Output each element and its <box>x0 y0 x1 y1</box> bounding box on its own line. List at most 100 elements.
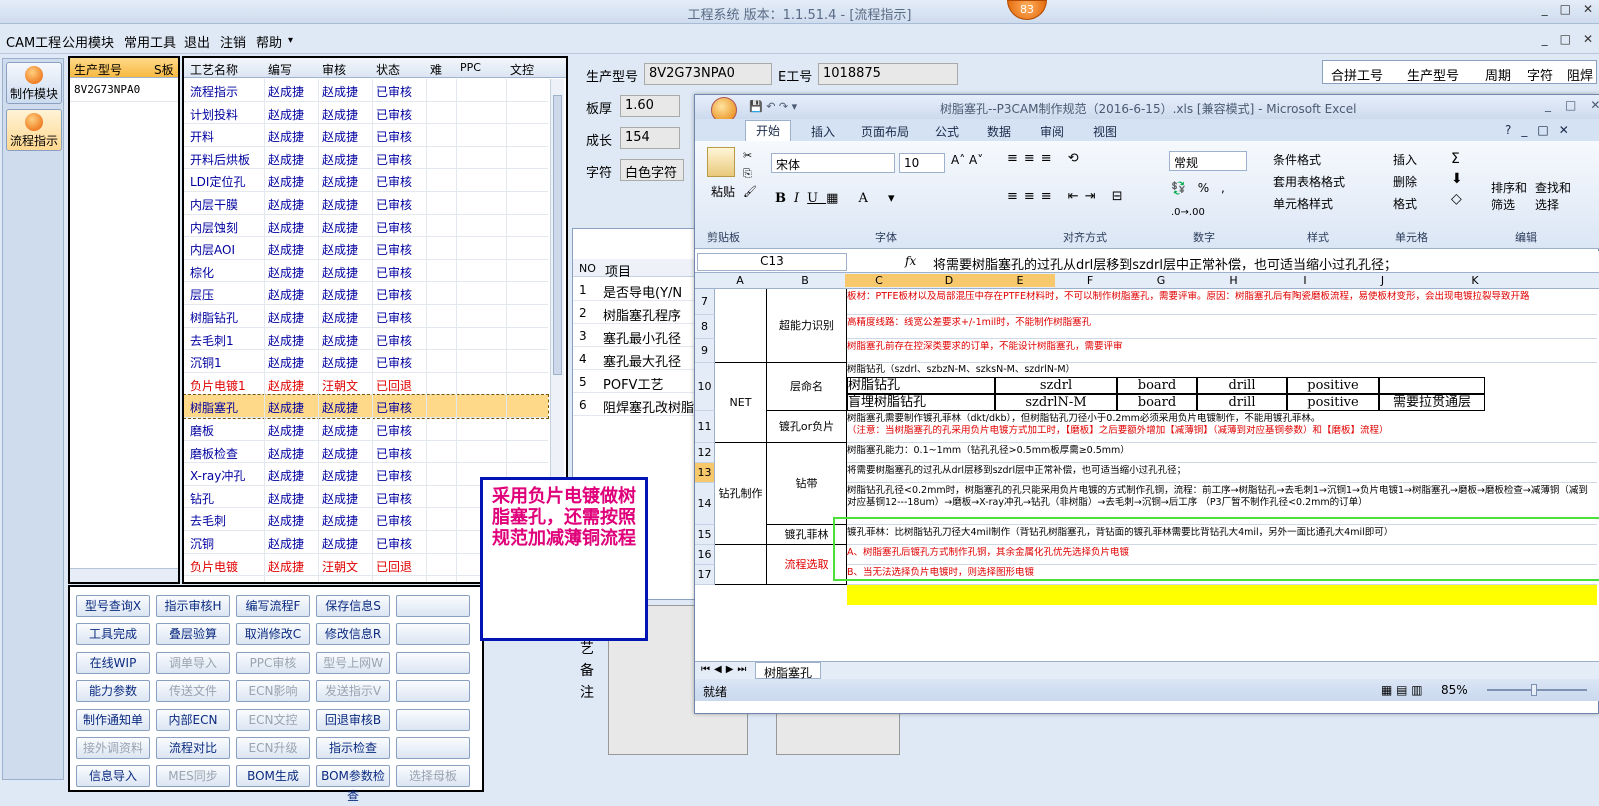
col-model[interactable]: 生产型号 <box>74 61 122 78</box>
cell-b-capability[interactable]: 超能力识别 <box>767 289 847 363</box>
naming-cell[interactable]: board <box>1117 394 1197 411</box>
action-button[interactable] <box>396 651 470 674</box>
cell-b-plating[interactable]: 镀孔or负片 <box>767 411 847 443</box>
cell-a-drill[interactable]: 钻孔制作 <box>715 443 767 545</box>
action-button[interactable]: 流程对比 <box>156 737 230 759</box>
action-button[interactable]: 回退审核B <box>316 708 390 731</box>
action-button[interactable]: 发送指示V <box>316 680 390 703</box>
row-number[interactable]: 7 <box>695 289 715 315</box>
format-cells[interactable]: 格式 <box>1393 195 1417 212</box>
tab-review[interactable]: 审阅 <box>1040 123 1064 140</box>
column-header[interactable]: F <box>1055 274 1125 287</box>
action-button[interactable]: MES同步 <box>156 765 230 788</box>
naming-cell[interactable]: positive <box>1287 377 1379 394</box>
close-icon[interactable]: ✕ <box>1583 2 1593 16</box>
sheet-tab[interactable]: 树脂塞孔 <box>755 662 822 680</box>
action-button[interactable]: 指示检查 <box>316 737 390 759</box>
col-reviewer[interactable]: 审核 <box>322 61 346 78</box>
col-s-board[interactable]: S板 <box>154 61 174 78</box>
process-row[interactable]: 磨板 赵成捷 赵成捷 已审核 <box>184 418 548 441</box>
cell-a-blank-2[interactable] <box>715 545 767 585</box>
quick-access-icons[interactable]: 💾 ↶ ↷ ▾ <box>749 100 797 113</box>
font-grow-icons[interactable]: A˄ A˅ <box>951 153 983 167</box>
column-header[interactable]: B <box>765 274 845 287</box>
tab-insert[interactable]: 插入 <box>811 123 835 140</box>
column-header[interactable]: H <box>1197 274 1270 287</box>
process-row[interactable]: 棕化 赵成捷 赵成捷 已审核 <box>184 260 548 283</box>
naming-cell[interactable] <box>1379 377 1485 394</box>
fx-icon[interactable]: fx <box>905 254 916 268</box>
naming-cell[interactable]: szdrl <box>995 377 1117 394</box>
row-number[interactable]: 12 <box>695 443 715 463</box>
mdi-close-icon[interactable]: ✕ <box>1583 32 1593 46</box>
action-button[interactable]: 能力参数 <box>76 680 150 703</box>
col-ppc[interactable]: PPC <box>460 61 481 74</box>
row-number[interactable]: 17 <box>695 565 715 585</box>
action-button[interactable]: BOM参数检查 <box>316 765 390 803</box>
sort-filter[interactable]: 排序和筛选 <box>1491 179 1531 213</box>
sheet-cell[interactable]: 将需要树脂塞孔的过孔从drl层移到szdrl层中正常补偿，也可适当缩小过孔孔径； <box>847 465 1597 483</box>
action-button[interactable] <box>396 595 470 617</box>
col-merge-cycle[interactable]: 周期 <box>1485 65 1511 84</box>
process-row[interactable]: 树脂塞孔 赵成捷 赵成捷 已审核 <box>184 394 549 419</box>
sheet-cell[interactable]: 树脂塞孔前存在控深类要求的订单，不能设计树脂塞孔，需要评审 <box>847 341 1597 363</box>
font-size-select[interactable]: 10 <box>899 153 945 173</box>
paste-label[interactable]: 粘贴 <box>711 183 735 200</box>
action-button[interactable] <box>396 680 470 703</box>
process-row[interactable]: 沉铜1 赵成捷 赵成捷 已审核 <box>184 350 548 373</box>
col-merge-char[interactable]: 字符 <box>1527 65 1553 84</box>
row-number[interactable]: 14 <box>695 483 715 525</box>
conditional-format[interactable]: 条件格式 <box>1273 151 1321 168</box>
action-button[interactable]: ECN文控 <box>236 708 310 731</box>
zoom-level[interactable]: 85% <box>1441 683 1468 697</box>
process-row[interactable]: 去毛刺1 赵成捷 赵成捷 已审核 <box>184 328 548 351</box>
view-icons[interactable]: ▦ ▤ ▥ <box>1381 683 1423 697</box>
tab-data[interactable]: 数据 <box>987 123 1011 140</box>
clipboard-icons[interactable]: ✂ ⎘ 🖌 <box>743 147 757 201</box>
col-merge-no[interactable]: 合拼工号 <box>1331 65 1383 84</box>
minimize-icon[interactable]: _ <box>1542 2 1548 16</box>
ribbon-help-icon[interactable]: ?_□✕ <box>1505 123 1579 137</box>
col-difficulty[interactable]: 难 <box>430 61 442 78</box>
nav-flow-indication[interactable]: 流程指示 <box>6 109 62 151</box>
paste-icon[interactable] <box>707 147 735 177</box>
action-button[interactable]: 在线WIP <box>76 651 150 674</box>
cell-b-tape[interactable]: 钻带 <box>767 443 847 525</box>
sheet-cell[interactable]: 树脂塞孔能力：0.1~1mm（钻孔孔径>0.5mm板厚需≥0.5mm） <box>847 445 1597 463</box>
insert-cells[interactable]: 插入 <box>1393 151 1417 168</box>
tab-layout[interactable]: 页面布局 <box>861 123 909 140</box>
char-field[interactable]: 白色字符 <box>620 159 684 181</box>
model-row[interactable]: 8V2G73NPA0 <box>70 79 178 102</box>
action-button[interactable]: 接外调资料 <box>76 737 150 759</box>
naming-cell[interactable]: 盲埋树脂钻孔 <box>847 394 995 411</box>
row-number[interactable]: 8 <box>695 315 715 339</box>
number-icons[interactable]: 💱 % , <box>1171 181 1229 195</box>
process-row[interactable]: 磨板检查 赵成捷 赵成捷 已审核 <box>184 441 548 464</box>
process-row[interactable]: 开料后烘板 赵成捷 赵成捷 已审核 <box>184 147 548 170</box>
find-select[interactable]: 查找和选择 <box>1535 179 1575 213</box>
process-row[interactable]: 计划投料 赵成捷 赵成捷 已审核 <box>184 102 548 125</box>
nav-make-module[interactable]: 制作模块 <box>6 62 62 104</box>
column-header[interactable]: G <box>1125 274 1197 287</box>
cell-b-naming[interactable]: 层命名 <box>767 363 847 411</box>
align-icons-2[interactable]: ≡≡≡ ⇤⇥ ⊟ <box>1007 189 1129 204</box>
number-format-select[interactable]: 常规 <box>1169 151 1247 171</box>
process-row[interactable]: 层压 赵成捷 赵成捷 已审核 <box>184 282 548 305</box>
process-row[interactable]: 开料 赵成捷 赵成捷 已审核 <box>184 124 548 147</box>
process-row[interactable]: 内层蚀刻 赵成捷 赵成捷 已审核 <box>184 215 548 238</box>
action-button[interactable] <box>396 737 470 759</box>
table-format[interactable]: 套用表格格式 <box>1273 173 1345 190</box>
scroll-thumb[interactable] <box>553 95 562 375</box>
cell-a-net[interactable]: NET <box>715 363 767 443</box>
menu-cam[interactable]: CAM工程 <box>6 32 61 51</box>
process-row[interactable]: LDI定位孔 赵成捷 赵成捷 已审核 <box>184 169 548 192</box>
tab-home[interactable]: 开始 <box>745 120 792 141</box>
tab-formula[interactable]: 公式 <box>935 123 959 140</box>
action-button[interactable]: 编写流程F <box>236 595 310 617</box>
col-doc-control[interactable]: 文控 <box>510 61 534 78</box>
row-number[interactable]: 11 <box>695 411 715 443</box>
item-row[interactable]: 2 树脂塞孔程序 <box>573 302 701 324</box>
action-button[interactable]: 叠层验算 <box>156 623 230 646</box>
process-row[interactable]: 负片电镀1 赵成捷 汪朝文 已回退 <box>184 373 548 396</box>
col-process-name[interactable]: 工艺名称 <box>190 61 238 78</box>
